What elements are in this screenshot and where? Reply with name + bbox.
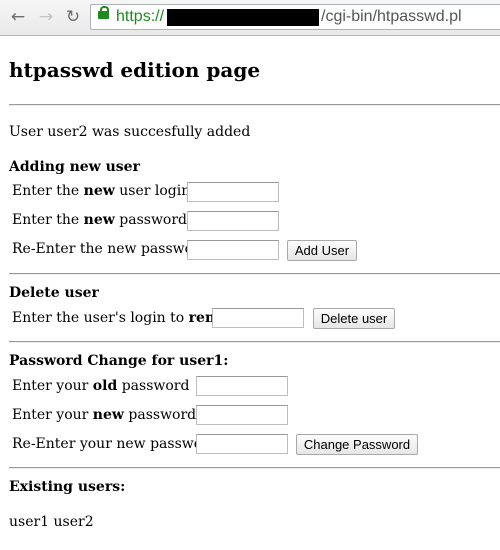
label-text: Enter your [12,407,93,423]
add-user-button[interactable]: Add User [287,240,357,261]
old-password-input[interactable] [196,376,288,396]
label-emphasis: old [92,378,118,394]
back-arrow-icon[interactable]: ← [8,7,28,27]
label-emphasis: new [83,212,115,228]
new-login-input[interactable] [187,182,279,202]
change-new-password-label: Enter your new password [12,404,196,426]
existing-users-list: user1 user2 [9,514,94,530]
add-user-heading: Adding new user [9,159,140,175]
delete-user-button[interactable]: Delete user [313,308,395,329]
new-password-label: Enter the new password [12,209,187,231]
redacted-host [167,9,319,26]
url-path: /cgi-bin/htpasswd.pl [321,8,462,25]
browser-toolbar: ← → ↻ https:// /cgi-bin/htpasswd.pl [0,0,500,36]
divider [9,341,500,343]
reload-icon[interactable]: ↻ [63,7,83,27]
lock-icon [98,6,109,19]
label-text: Enter the [12,212,84,228]
reenter-your-password-label: Re-Enter your new password [12,436,218,452]
label-emphasis: new [83,183,115,199]
remove-login-input[interactable] [212,308,304,328]
label-text: user login [114,183,191,199]
address-bar[interactable]: https:// /cgi-bin/htpasswd.pl [90,4,500,30]
status-message: User user2 was succesfully added [9,124,251,140]
page-title: htpasswd edition page [9,58,261,82]
label-text: password [123,407,197,423]
label-text: password [117,378,190,394]
existing-users-heading: Existing users: [9,479,126,495]
label-text: Enter the user's login to [12,310,189,326]
old-password-label: Enter your old password [12,375,189,397]
divider [9,273,500,275]
divider [9,467,500,469]
reenter-new-password-input[interactable] [187,240,279,260]
divider [9,104,500,106]
label-emphasis: new [92,407,124,423]
url-scheme: https:// [116,8,165,25]
change-password-button[interactable]: Change Password [296,434,418,455]
password-change-heading: Password Change for user1: [9,353,229,369]
label-text: password [114,212,188,228]
label-text: Enter your [12,378,93,394]
new-login-label: Enter the new user login [12,180,190,202]
delete-user-heading: Delete user [9,285,99,301]
label-text: Enter the [12,183,84,199]
new-password-input[interactable] [187,211,279,231]
forward-arrow-icon[interactable]: → [36,7,56,27]
reenter-new-password-label: Re-Enter the new password [12,241,209,257]
reenter-your-password-input[interactable] [196,434,288,454]
change-new-password-input[interactable] [196,405,288,425]
